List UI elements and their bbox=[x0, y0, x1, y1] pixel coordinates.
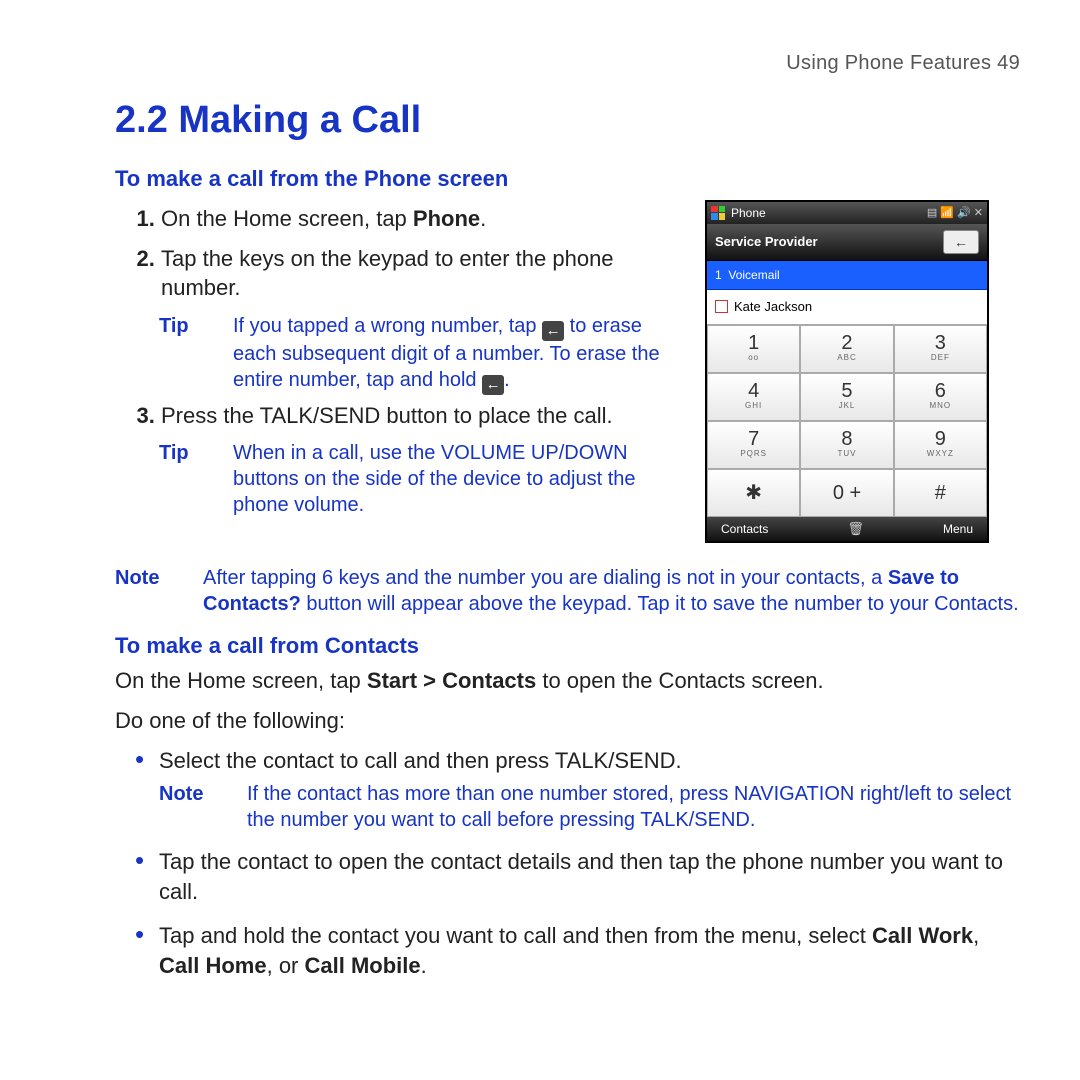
step-1-post: . bbox=[480, 206, 486, 231]
contacts-options: Select the contact to call and then pres… bbox=[115, 746, 1020, 980]
keypad-key-11[interactable]: # bbox=[894, 469, 987, 517]
note-1-post: button will appear above the keypad. Tap… bbox=[301, 593, 1019, 615]
keypad-key-8[interactable]: 9WXYZ bbox=[894, 421, 987, 469]
bullet-2: Tap the contact to open the contact deta… bbox=[159, 847, 1020, 906]
bullet-3-b1: Call Work bbox=[872, 923, 973, 948]
softkey-center-icon[interactable]: 🗑 bbox=[847, 520, 864, 538]
tip-2-body: When in a call, use the VOLUME UP/DOWN b… bbox=[233, 440, 675, 518]
subhead-contacts: To make a call from Contacts bbox=[115, 631, 1020, 661]
bullet-3-m2: , or bbox=[267, 953, 305, 978]
step-2: Tap the keys on the keypad to enter the … bbox=[161, 244, 675, 303]
key-num: # bbox=[935, 483, 946, 503]
status-icons: ▤ 📶 🔊 ✕ bbox=[927, 206, 983, 221]
key-num: 1 bbox=[748, 333, 759, 353]
bullet-1-text: Select the contact to call and then pres… bbox=[159, 748, 682, 773]
note-1: Note After tapping 6 keys and the number… bbox=[115, 565, 1020, 617]
keypad-key-4[interactable]: 5JKL bbox=[800, 373, 893, 421]
contact-row[interactable]: Kate Jackson bbox=[707, 290, 987, 325]
tip-1-pre: If you tapped a wrong number, tap bbox=[233, 315, 542, 337]
key-label: DEF bbox=[931, 353, 950, 364]
step-1: On the Home screen, tap Phone. bbox=[161, 204, 675, 234]
key-num: 8 bbox=[841, 429, 852, 449]
key-num: 0 + bbox=[833, 483, 861, 503]
key-num: 2 bbox=[841, 333, 852, 353]
backspace-icon-2: ← bbox=[482, 375, 504, 395]
bullet-1: Select the contact to call and then pres… bbox=[159, 746, 1020, 834]
para-do-one: Do one of the following: bbox=[115, 706, 1020, 736]
voicemail-row[interactable]: 1 Voicemail bbox=[707, 261, 987, 290]
keypad-key-1[interactable]: 2ABC bbox=[800, 325, 893, 373]
section-title: 2.2 Making a Call bbox=[115, 95, 1020, 146]
backspace-icon: ← bbox=[542, 321, 564, 341]
note-1-pre: After tapping 6 keys and the number you … bbox=[203, 567, 888, 589]
phone-screenshot: Phone ▤ 📶 🔊 ✕ Service Provider ← 1 Voice… bbox=[705, 200, 989, 543]
keypad-key-9[interactable]: ✱ bbox=[707, 469, 800, 517]
contact-name: Kate Jackson bbox=[734, 298, 812, 316]
key-label: PQRS bbox=[740, 449, 767, 460]
note-1-body: After tapping 6 keys and the number you … bbox=[203, 565, 1020, 617]
steps-list-cont: Press the TALK/SEND button to place the … bbox=[115, 401, 675, 431]
bullet-3-b3: Call Mobile bbox=[305, 953, 421, 978]
voicemail-index: 1 bbox=[715, 268, 722, 282]
key-label: JKL bbox=[839, 401, 856, 412]
key-label: MNO bbox=[929, 401, 951, 412]
phone-titlebar: Phone ▤ 📶 🔊 ✕ bbox=[707, 202, 987, 224]
provider-text: Service Provider bbox=[715, 233, 818, 251]
tip-2-label: Tip bbox=[159, 440, 205, 518]
voicemail-label: Voicemail bbox=[728, 268, 779, 282]
bullet-3-post: . bbox=[421, 953, 427, 978]
bullet-1-note-body: If the contact has more than one number … bbox=[247, 781, 1020, 833]
bullet-3: Tap and hold the contact you want to cal… bbox=[159, 921, 1020, 980]
delete-digit-button[interactable]: ← bbox=[943, 230, 979, 254]
key-label: ABC bbox=[837, 353, 856, 364]
keypad-key-2[interactable]: 3DEF bbox=[894, 325, 987, 373]
softkey-left[interactable]: Contacts bbox=[721, 521, 768, 537]
key-label: oo bbox=[748, 353, 759, 364]
note-1-label: Note bbox=[115, 565, 175, 617]
keypad-key-7[interactable]: 8TUV bbox=[800, 421, 893, 469]
step-3: Press the TALK/SEND button to place the … bbox=[161, 401, 675, 431]
start-icon bbox=[711, 206, 725, 220]
contact-icon bbox=[715, 300, 728, 313]
step-1-bold: Phone bbox=[413, 206, 480, 231]
keypad-key-10[interactable]: 0 + bbox=[800, 469, 893, 517]
para-contacts-open: On the Home screen, tap Start > Contacts… bbox=[115, 666, 1020, 696]
bullet-3-b2: Call Home bbox=[159, 953, 267, 978]
keypad-key-5[interactable]: 6MNO bbox=[894, 373, 987, 421]
keypad-key-6[interactable]: 7PQRS bbox=[707, 421, 800, 469]
tip-1-label: Tip bbox=[159, 313, 205, 395]
softkey-right[interactable]: Menu bbox=[943, 521, 973, 537]
para2a-post: to open the Contacts screen. bbox=[536, 668, 823, 693]
bullet-3-m1: , bbox=[973, 923, 979, 948]
phone-title: Phone bbox=[731, 205, 766, 221]
tip-1-post: . bbox=[504, 369, 510, 391]
para2a-pre: On the Home screen, tap bbox=[115, 668, 367, 693]
tip-2: Tip When in a call, use the VOLUME UP/DO… bbox=[159, 440, 675, 518]
bullet-3-pre: Tap and hold the contact you want to cal… bbox=[159, 923, 872, 948]
tip-1-body: If you tapped a wrong number, tap ← to e… bbox=[233, 313, 675, 395]
bullet-1-note-label: Note bbox=[159, 781, 219, 833]
subhead-phone-screen: To make a call from the Phone screen bbox=[115, 164, 1020, 194]
step-1-pre: On the Home screen, tap bbox=[161, 206, 413, 231]
running-header: Using Phone Features 49 bbox=[115, 50, 1020, 77]
keypad-key-3[interactable]: 4GHI bbox=[707, 373, 800, 421]
key-label: GHI bbox=[745, 401, 762, 412]
key-num: 7 bbox=[748, 429, 759, 449]
keypad-key-0[interactable]: 1oo bbox=[707, 325, 800, 373]
key-num: 5 bbox=[841, 381, 852, 401]
key-num: 6 bbox=[935, 381, 946, 401]
tip-1: Tip If you tapped a wrong number, tap ← … bbox=[159, 313, 675, 395]
steps-list: On the Home screen, tap Phone. Tap the k… bbox=[115, 204, 675, 303]
key-label: WXYZ bbox=[927, 449, 954, 460]
bullet-1-note: Note If the contact has more than one nu… bbox=[159, 781, 1020, 833]
key-num: 3 bbox=[935, 333, 946, 353]
key-num: 4 bbox=[748, 381, 759, 401]
phone-keypad: 1oo2ABC3DEF4GHI5JKL6MNO7PQRS8TUV9WXYZ✱0 … bbox=[707, 325, 987, 517]
key-label: TUV bbox=[837, 449, 856, 460]
softkey-bar: Contacts 🗑 Menu bbox=[707, 517, 987, 541]
key-num: ✱ bbox=[745, 483, 762, 503]
key-num: 9 bbox=[935, 429, 946, 449]
provider-bar: Service Provider ← bbox=[707, 224, 987, 261]
para2a-bold: Start > Contacts bbox=[367, 668, 536, 693]
